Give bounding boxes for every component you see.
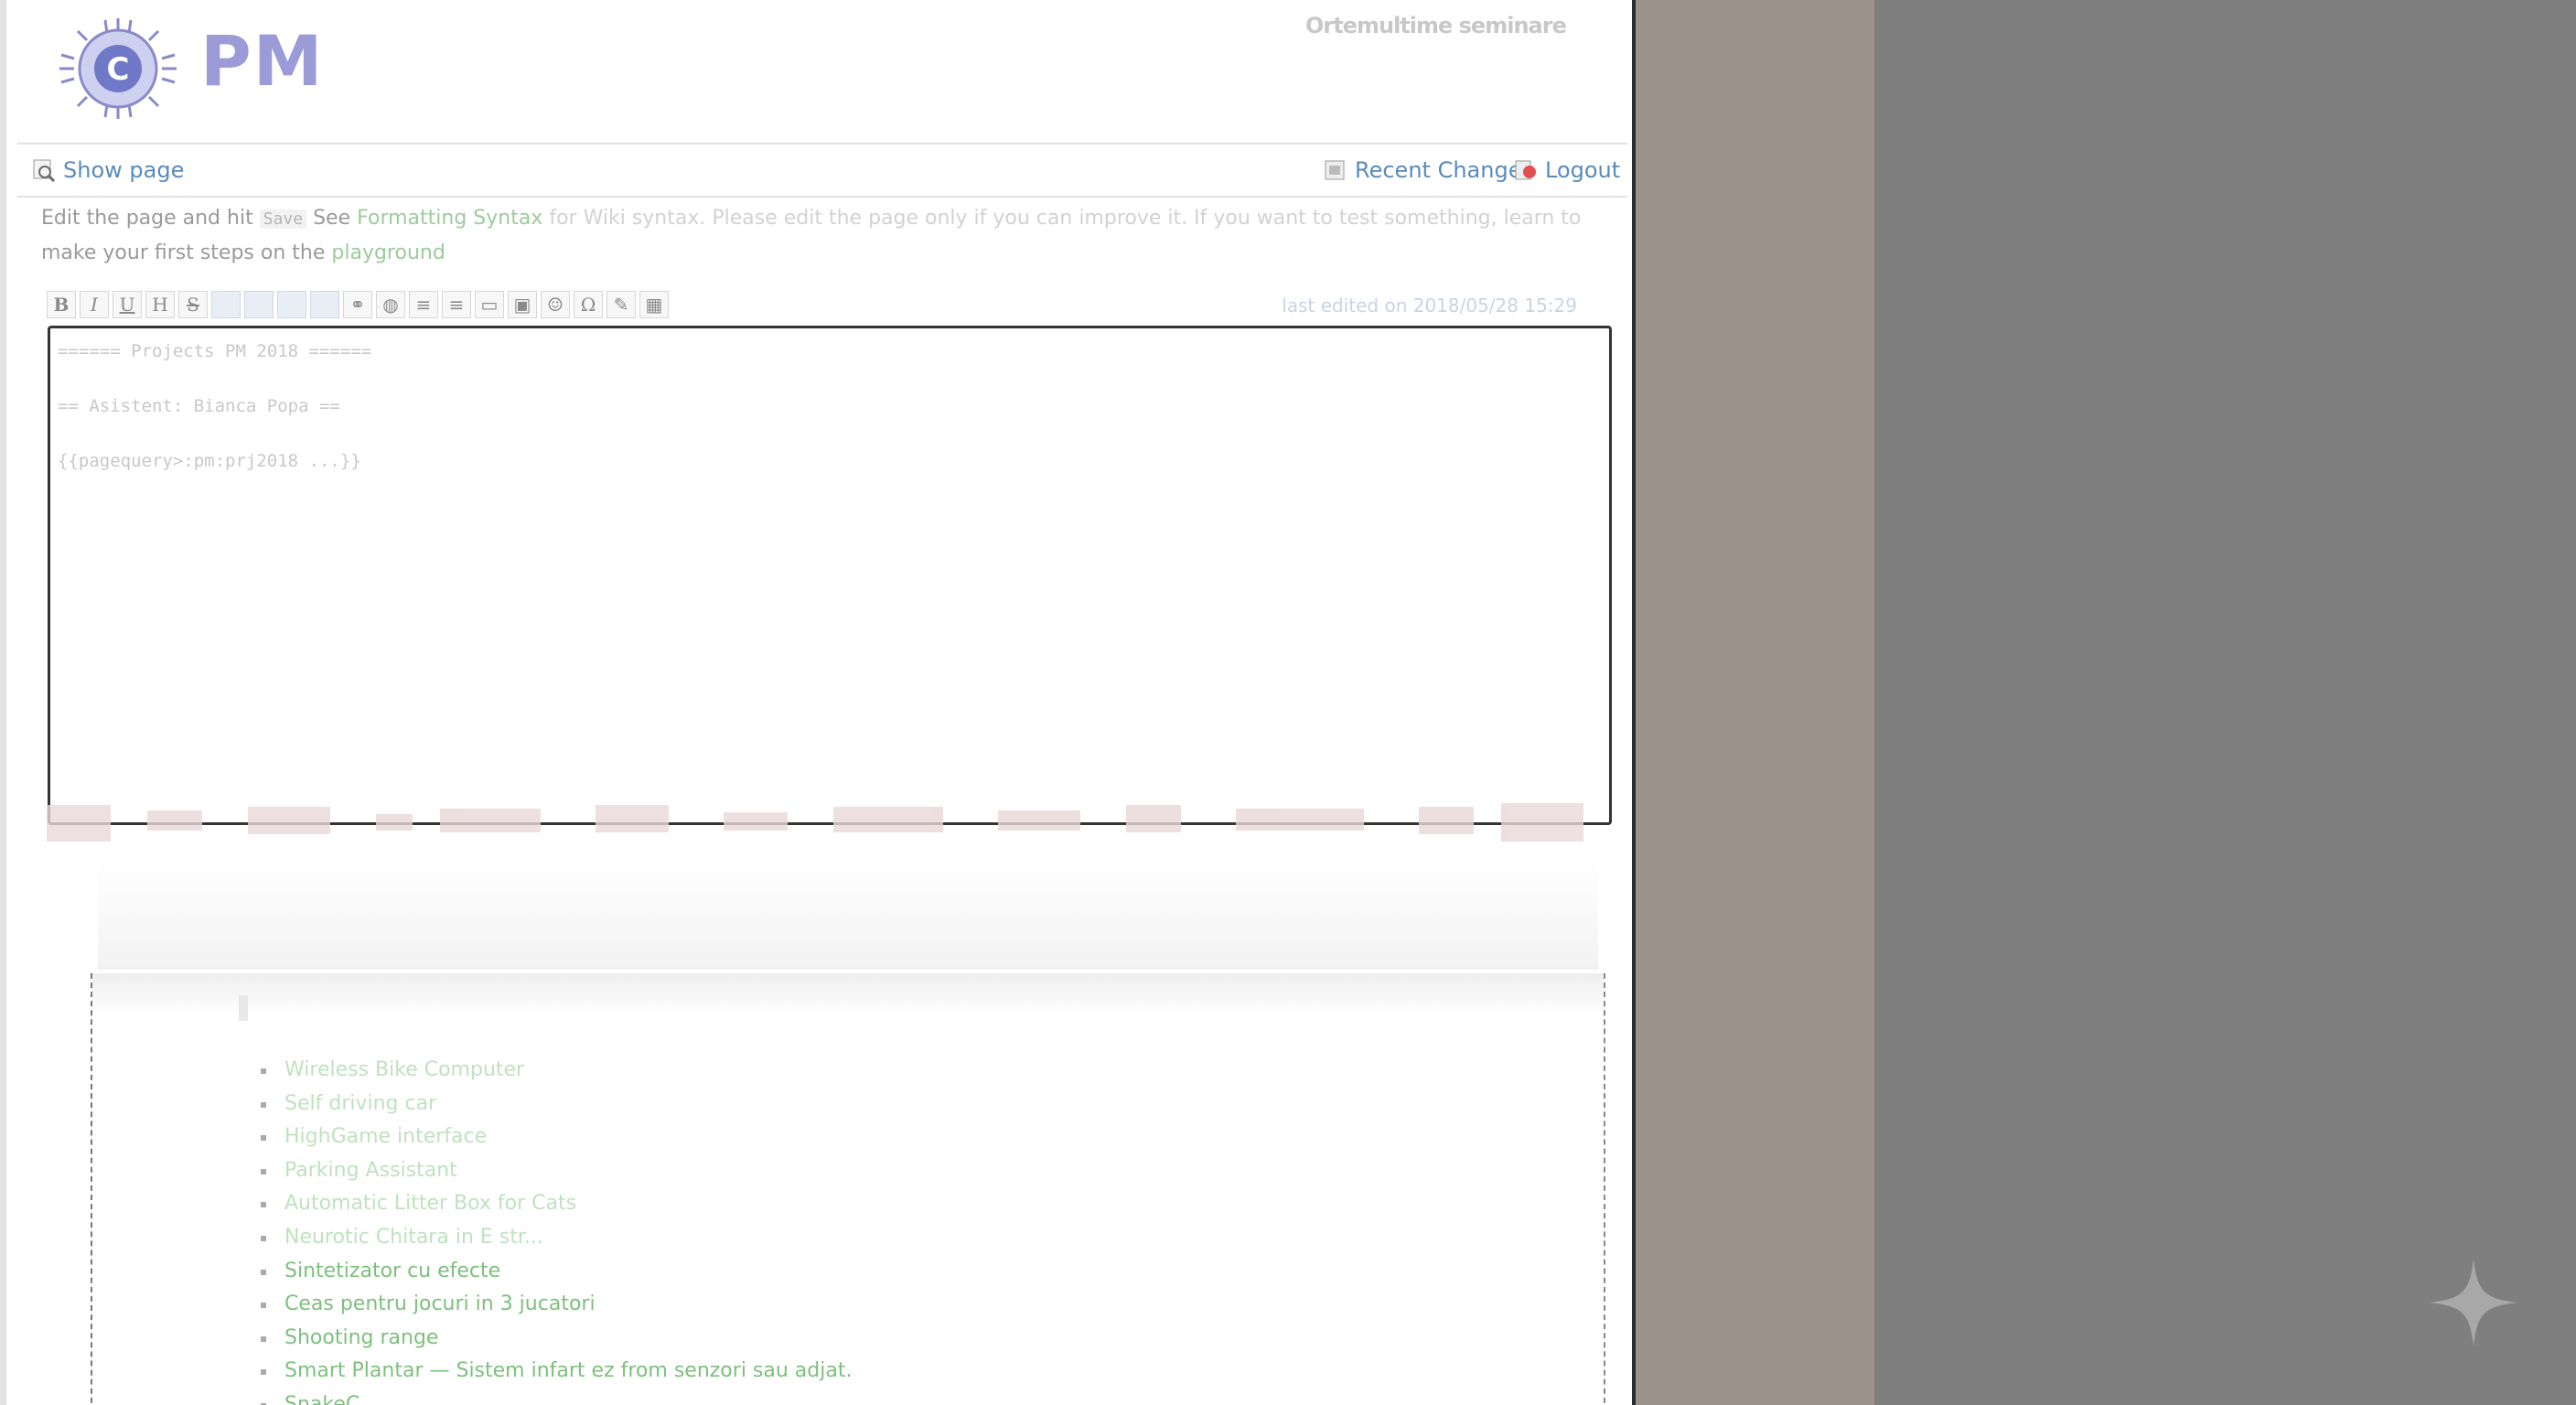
- editor-line-3: {{pagequery>:pm:prj2018 ...}}: [58, 451, 361, 471]
- sparkle-icon: [2430, 1259, 2517, 1346]
- italic-button[interactable]: I: [80, 291, 109, 318]
- globe-icon[interactable]: ◍: [376, 291, 405, 318]
- calendar-icon[interactable]: ▦: [639, 291, 669, 318]
- show-page-link[interactable]: Show page: [32, 157, 184, 183]
- unordered-list-icon[interactable]: ≡: [442, 291, 471, 318]
- heading2-icon[interactable]: [244, 291, 274, 318]
- heading4-icon[interactable]: [310, 291, 339, 318]
- show-page-label: Show page: [63, 157, 185, 183]
- heading3-icon[interactable]: [277, 291, 306, 318]
- formatting-syntax-link[interactable]: Formatting Syntax: [357, 207, 542, 230]
- smiley-icon[interactable]: ☺: [541, 291, 570, 318]
- link-icon[interactable]: ⚭: [343, 291, 372, 318]
- preview-header-band: [98, 860, 1598, 970]
- project-link[interactable]: Automatic Litter Box for Cats: [260, 1187, 852, 1221]
- code-button[interactable]: H: [145, 291, 175, 318]
- editor-line-1: ====== Projects PM 2018 ======: [58, 341, 372, 361]
- pagebar-divider: [17, 196, 1627, 198]
- horizontal-rule-icon[interactable]: ▭: [475, 291, 504, 318]
- underline-button[interactable]: U: [113, 291, 142, 318]
- signature-icon[interactable]: ✎: [606, 291, 636, 318]
- logo-text: PM: [200, 20, 325, 102]
- help-make-prefix: make your first steps on the: [41, 241, 326, 264]
- project-link[interactable]: Smart Plantar — Sistem infart ez from se…: [260, 1355, 852, 1389]
- project-link[interactable]: Self driving car: [260, 1088, 852, 1121]
- project-link[interactable]: SnakeC: [260, 1389, 852, 1405]
- help-middle: for Wiki syntax. Please edit the page on…: [549, 207, 1582, 230]
- edit-help-text: Edit the page and hit Save See Formattin…: [41, 201, 1624, 270]
- recent-changes-label: Recent Changes: [1355, 157, 1533, 183]
- project-link[interactable]: Shooting range: [260, 1322, 852, 1356]
- magnifier-page-icon: [33, 159, 56, 182]
- recent-changes-link[interactable]: Recent Changes: [1324, 157, 1533, 183]
- preview-marker: [239, 995, 248, 1021]
- project-link[interactable]: Ceas pentru jocuri in 3 jucatori: [260, 1288, 852, 1322]
- save-code: Save: [259, 209, 307, 229]
- logout-link[interactable]: Logout: [1514, 157, 1620, 183]
- page-preview: Wireless Bike Computer Self driving car …: [91, 973, 1605, 1405]
- logout-icon: [1515, 160, 1536, 180]
- project-list: Wireless Bike Computer Self driving car …: [260, 1054, 852, 1405]
- project-link[interactable]: Parking Assistant: [260, 1154, 852, 1188]
- last-edited-info: last edited on 2018/05/28 15:29: [1282, 295, 1577, 316]
- recent-changes-icon: [1325, 160, 1345, 180]
- page-action-bar: Show page Recent Changes Logout: [27, 154, 1632, 187]
- side-panel: [1636, 0, 1874, 1405]
- editor-toolbar: B I U H S ⚭ ◍ ≡ ≡ ▭ ▣ ☺ Ω ✎ ▦: [47, 291, 669, 318]
- preview-fade: [92, 973, 1604, 1015]
- project-link[interactable]: Wireless Bike Computer: [260, 1054, 852, 1088]
- heading1-icon[interactable]: [211, 291, 241, 318]
- ordered-list-icon[interactable]: ≡: [409, 291, 438, 318]
- project-link[interactable]: HighGame interface: [260, 1121, 852, 1154]
- logout-label: Logout: [1545, 157, 1621, 183]
- help-prefix: Edit the page and hit: [41, 207, 253, 230]
- project-link[interactable]: Neurotic Chitara in E str...: [260, 1221, 852, 1255]
- bold-button[interactable]: B: [47, 291, 76, 318]
- playground-link[interactable]: playground: [331, 241, 445, 264]
- wiki-page: C PM Ortemultime seminare Show page Rece…: [0, 0, 1636, 1405]
- site-title[interactable]: Ortemultime seminare: [1305, 13, 1567, 38]
- strike-button[interactable]: S: [178, 291, 208, 318]
- special-chars-button[interactable]: Ω: [574, 291, 603, 318]
- image-icon[interactable]: ▣: [508, 291, 537, 318]
- cpu-logo-icon: C: [59, 18, 177, 119]
- help-see: See: [313, 207, 351, 230]
- editor-line-2: == Asistent: Bianca Popa ==: [58, 396, 340, 416]
- svg-text:C: C: [107, 51, 130, 88]
- header-divider: [17, 143, 1627, 145]
- render-artifact: [47, 803, 1583, 842]
- project-link[interactable]: Sintetizator cu efecte: [260, 1255, 852, 1289]
- wiki-text-editor[interactable]: ====== Projects PM 2018 ====== == Asiste…: [48, 326, 1612, 825]
